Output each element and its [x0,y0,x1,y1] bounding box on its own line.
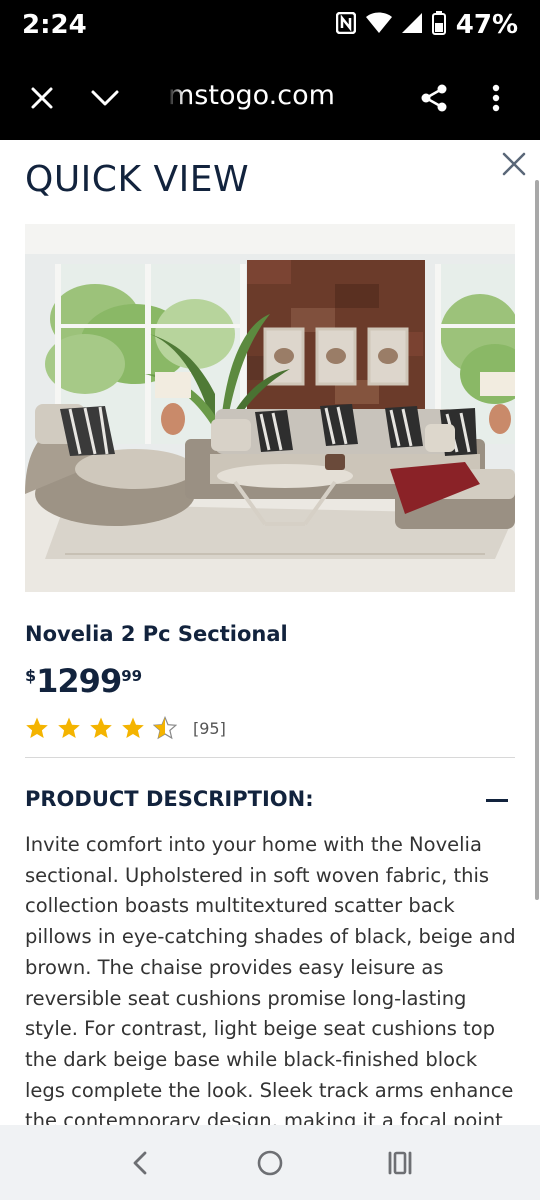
home-icon[interactable] [252,1147,288,1179]
close-icon[interactable] [22,78,62,118]
url-text[interactable]: mstogo.com [168,80,368,111]
star-half-icon [153,716,177,740]
product-name[interactable]: Novelia 2 Pc Sectional [25,622,288,646]
status-bar: 2:24 47% [0,0,540,56]
recents-icon[interactable] [382,1147,418,1179]
back-icon[interactable] [122,1147,158,1179]
system-nav-bar [0,1125,540,1200]
signal-icon [401,12,422,39]
quick-view-modal: QUICK VIEW Novelia 2 Pc Sectional $ 1299… [0,140,540,1125]
price-currency: $ [25,666,37,685]
review-count[interactable]: [95] [193,719,226,738]
browser-toolbar: mstogo.com [0,56,540,140]
star-full-icon [122,717,144,738]
share-icon[interactable] [414,78,454,118]
nfc-icon [335,11,357,39]
status-icons: 47% [335,10,518,40]
product-description-header[interactable]: PRODUCT DESCRIPTION: [25,787,314,811]
close-icon[interactable] [498,148,530,180]
status-time: 2:24 [22,10,87,40]
chevron-down-icon[interactable] [85,78,125,118]
battery-icon [431,10,446,40]
minus-icon[interactable] [486,799,508,802]
rating-stars[interactable]: [95] [25,716,226,740]
product-price: $ 1299 99 [25,662,142,700]
url-fade [160,76,184,116]
star-full-icon [26,717,48,738]
divider [25,757,515,758]
price-dollars: 1299 [36,662,122,700]
price-cents: 99 [121,667,143,685]
wifi-icon [365,12,392,39]
star-full-icon [58,717,80,738]
product-image[interactable] [25,224,515,592]
star-full-icon [90,717,112,738]
product-description-text: Invite comfort into your home with the N… [25,833,516,1125]
more-vert-icon[interactable] [476,78,516,118]
quick-view-title: QUICK VIEW [25,159,250,200]
battery-percent: 47% [455,10,518,40]
scrollbar[interactable] [535,180,539,900]
